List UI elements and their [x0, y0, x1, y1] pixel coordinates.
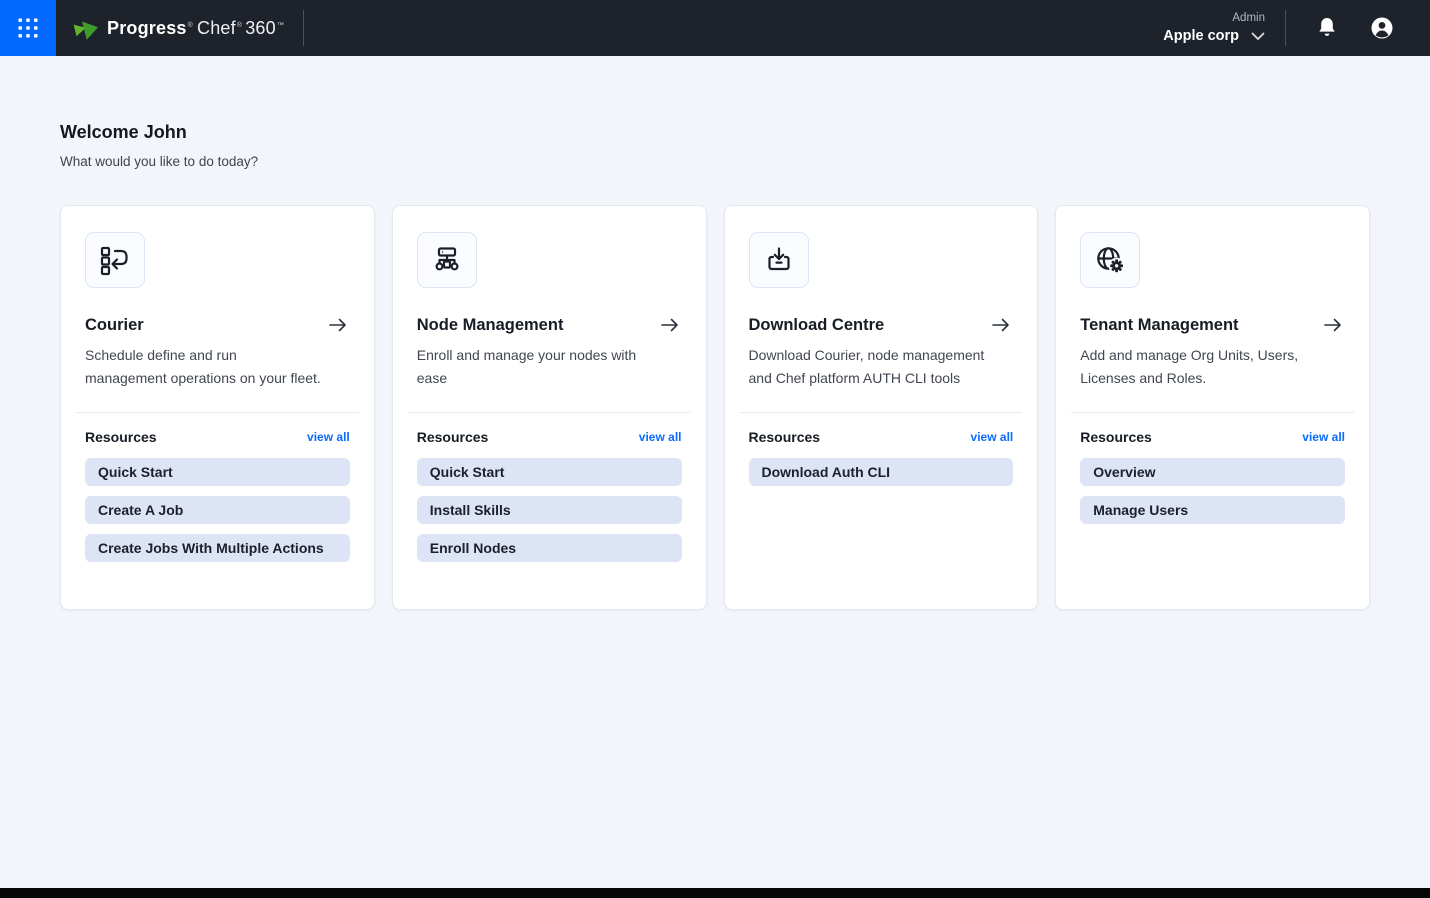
- brand-company: Progress: [107, 18, 187, 38]
- welcome-title: Welcome John: [60, 120, 1370, 144]
- brand: Progress®Chef®360™: [72, 15, 285, 42]
- bell-icon: [1316, 16, 1338, 40]
- tenant-name: Apple corp: [1163, 28, 1239, 44]
- resource-chip[interactable]: Download Auth CLI: [749, 458, 1014, 486]
- trademark-mark: ™: [277, 22, 284, 29]
- view-all-link[interactable]: view all: [307, 430, 350, 444]
- node-management-icon: [431, 244, 463, 276]
- resource-chip[interactable]: Quick Start: [417, 458, 682, 486]
- card-open-button[interactable]: [660, 317, 682, 333]
- view-all-link[interactable]: view all: [1302, 430, 1345, 444]
- chevron-down-icon: [1251, 32, 1265, 41]
- registered-mark: ®: [188, 22, 193, 29]
- resource-chip[interactable]: Enroll Nodes: [417, 534, 682, 562]
- notifications-button[interactable]: [1316, 16, 1338, 40]
- card-courier: Courier Schedule define and run manageme…: [60, 205, 375, 610]
- courier-icon: [99, 244, 131, 276]
- card-divider: [740, 412, 1023, 413]
- resource-chip[interactable]: Install Skills: [417, 496, 682, 524]
- card-open-button[interactable]: [328, 317, 350, 333]
- bottom-edge-bar: [0, 888, 1430, 898]
- card-title: Download Centre: [749, 314, 885, 336]
- tenant-switcher[interactable]: Admin Apple corp: [1163, 12, 1265, 44]
- card-download-centre: Download Centre Download Courier, node m…: [724, 205, 1039, 610]
- resource-list: Quick Start Create A Job Create Jobs Wit…: [85, 458, 350, 562]
- view-all-link[interactable]: view all: [639, 430, 682, 444]
- card-divider: [408, 412, 691, 413]
- resource-chip[interactable]: Create A Job: [85, 496, 350, 524]
- card-description: Schedule define and run management opera…: [85, 344, 321, 390]
- resources-label: Resources: [749, 429, 821, 445]
- view-all-link[interactable]: view all: [971, 430, 1014, 444]
- grid-icon: [18, 18, 38, 38]
- feature-cards: Courier Schedule define and run manageme…: [60, 205, 1370, 610]
- card-title: Tenant Management: [1080, 314, 1238, 336]
- resources-label: Resources: [417, 429, 489, 445]
- card-description: Add and manage Org Units, Users, License…: [1080, 344, 1316, 390]
- card-icon-box: [85, 232, 145, 288]
- user-menu-button[interactable]: [1370, 16, 1394, 40]
- card-icon-box: [749, 232, 809, 288]
- tenant-management-icon: [1094, 244, 1126, 276]
- resource-list: Overview Manage Users: [1080, 458, 1345, 524]
- card-node-management: Node Management Enroll and manage your n…: [392, 205, 707, 610]
- header-divider: [1285, 10, 1286, 46]
- brand-text: Progress®Chef®360™: [107, 18, 285, 39]
- top-bar: Progress®Chef®360™ Admin Apple corp: [0, 0, 1430, 56]
- card-description: Download Courier, node management and Ch…: [749, 344, 985, 390]
- arrow-right-icon: [660, 317, 680, 333]
- tenant-role: Admin: [1163, 12, 1265, 25]
- card-divider: [76, 412, 359, 413]
- header-actions: Admin Apple corp: [1163, 10, 1430, 46]
- resources-label: Resources: [1080, 429, 1152, 445]
- arrow-right-icon: [1323, 317, 1343, 333]
- download-centre-icon: [763, 244, 795, 276]
- resource-list: Quick Start Install Skills Enroll Nodes: [417, 458, 682, 562]
- progress-logo-icon: [72, 15, 99, 42]
- brand-product: Chef: [197, 18, 236, 38]
- card-title: Node Management: [417, 314, 564, 336]
- brand-suite: 360: [245, 18, 276, 38]
- header-divider: [303, 10, 304, 46]
- arrow-right-icon: [328, 317, 348, 333]
- resource-chip[interactable]: Overview: [1080, 458, 1345, 486]
- arrow-right-icon: [991, 317, 1011, 333]
- card-icon-box: [1080, 232, 1140, 288]
- card-divider: [1071, 412, 1354, 413]
- resource-list: Download Auth CLI: [749, 458, 1014, 486]
- card-tenant-management: Tenant Management Add and manage Org Uni…: [1055, 205, 1370, 610]
- card-open-button[interactable]: [991, 317, 1013, 333]
- app-launcher-button[interactable]: [0, 0, 56, 56]
- resource-chip[interactable]: Create Jobs With Multiple Actions: [85, 534, 350, 562]
- main-content: Welcome John What would you like to do t…: [0, 120, 1430, 610]
- card-description: Enroll and manage your nodes with ease: [417, 344, 653, 390]
- registered-mark: ®: [237, 22, 242, 29]
- resource-chip[interactable]: Manage Users: [1080, 496, 1345, 524]
- avatar-icon: [1370, 16, 1394, 40]
- card-icon-box: [417, 232, 477, 288]
- resources-label: Resources: [85, 429, 157, 445]
- card-open-button[interactable]: [1323, 317, 1345, 333]
- welcome-subtitle: What would you like to do today?: [60, 153, 1370, 171]
- resource-chip[interactable]: Quick Start: [85, 458, 350, 486]
- card-title: Courier: [85, 314, 144, 336]
